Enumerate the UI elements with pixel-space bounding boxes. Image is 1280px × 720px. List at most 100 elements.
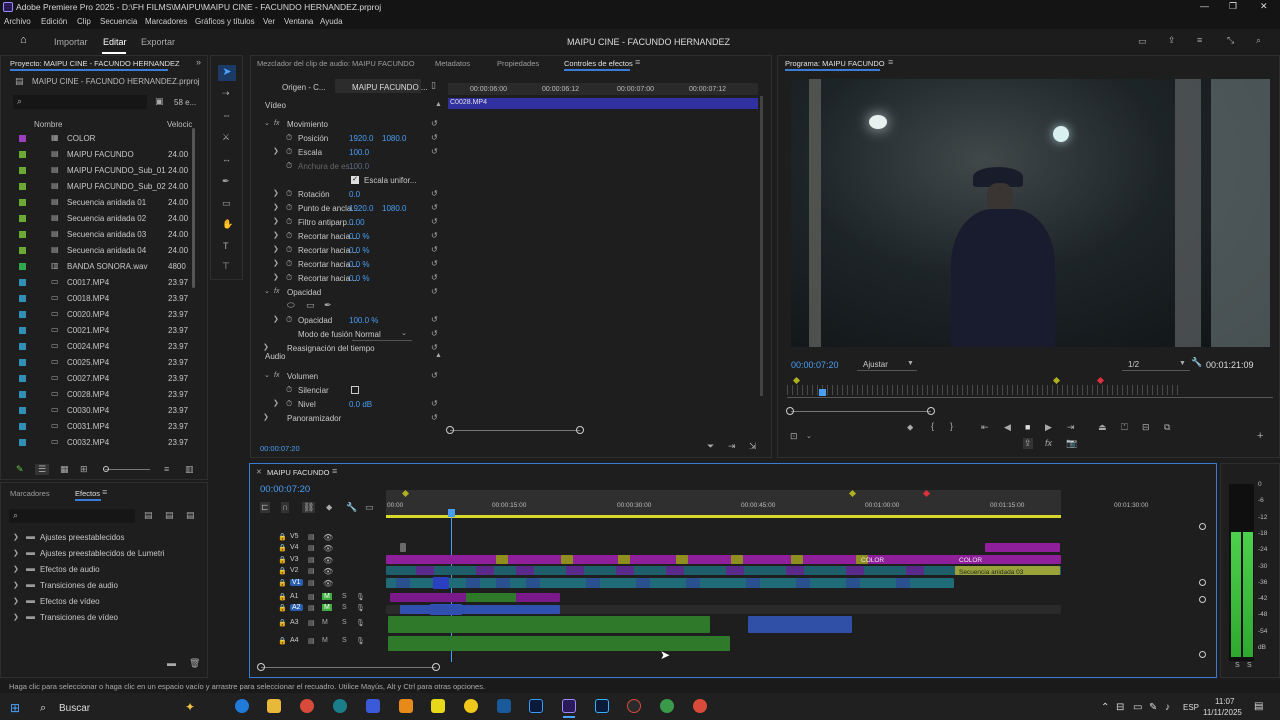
v1-clip-variant[interactable] xyxy=(846,578,860,588)
reset-icon[interactable]: ↺ xyxy=(431,217,438,226)
eye-icon[interactable]: 👁 xyxy=(323,556,333,565)
fx-icon[interactable]: fx xyxy=(274,119,279,128)
v-scroll-bottom[interactable] xyxy=(1199,651,1206,658)
reset-icon[interactable]: ↺ xyxy=(431,203,438,212)
bin-icon[interactable]: ▣ xyxy=(155,97,164,106)
search-icon[interactable]: ⌕ xyxy=(40,702,46,715)
project-list-item[interactable]: ▭ C0028.MP4 23.97 xyxy=(1,388,191,404)
label-color-swatch[interactable] xyxy=(19,247,26,254)
add-marker-icon[interactable]: ⬥ xyxy=(907,423,913,432)
mic-icon[interactable]: 🎙 xyxy=(356,604,365,613)
project-list-item[interactable]: ▤ Secuencia anidada 04 24.00 xyxy=(1,244,191,260)
stopwatch-icon[interactable]: ⏱ xyxy=(286,259,292,268)
mute-button[interactable]: M xyxy=(322,593,332,600)
captions-icon[interactable]: ▭ xyxy=(365,503,374,512)
timeline-timecode[interactable]: 00:00:07:20 xyxy=(260,484,310,495)
project-list-item[interactable]: ▤ Secuencia anidada 01 24.00 xyxy=(1,196,191,212)
reset-icon[interactable]: ↺ xyxy=(431,147,438,156)
tab-effect-controls[interactable]: Controles de efectos xyxy=(564,59,633,68)
track-label[interactable]: V4 xyxy=(290,544,299,551)
menu-ver[interactable]: Ver xyxy=(263,17,275,26)
zoom-slider-thumb[interactable] xyxy=(103,466,109,472)
stopwatch-icon[interactable]: ⏱ xyxy=(286,315,292,324)
effects-folder-item[interactable]: ❯ ▬ Ajustes preestablecidos xyxy=(1,531,201,547)
rectangle-icon[interactable]: ▭ xyxy=(222,199,231,208)
reset-icon[interactable]: ↺ xyxy=(431,231,438,240)
chevron-down-icon[interactable]: ⌄ xyxy=(264,371,270,380)
fx-icon[interactable]: fx xyxy=(274,371,279,380)
stopwatch-icon[interactable]: ⏱ xyxy=(286,189,292,198)
menu-archivo[interactable]: Archivo xyxy=(4,17,31,26)
sync-lock-icon[interactable]: ▤ xyxy=(308,567,315,576)
program-menu-icon[interactable]: ≡ xyxy=(888,58,893,67)
label-color-swatch[interactable] xyxy=(19,343,26,350)
close-icon[interactable]: ✕ xyxy=(1260,2,1268,11)
v2-clip-purple[interactable] xyxy=(616,566,634,575)
stop-icon[interactable]: ■ xyxy=(1025,423,1030,432)
chevron-right-icon[interactable]: ❯ xyxy=(13,549,19,558)
lock-icon[interactable]: 🔒 xyxy=(278,567,287,576)
track-label[interactable]: V1 xyxy=(290,579,303,586)
chrome-profile2-icon[interactable] xyxy=(693,699,707,713)
stopwatch-icon[interactable]: ⏱ xyxy=(286,203,292,212)
export-icon[interactable]: ⇲ xyxy=(749,442,757,451)
sticky-notes-icon[interactable] xyxy=(431,699,445,713)
property-value-1[interactable]: 100.0 xyxy=(349,148,369,157)
chevron-right-icon[interactable]: ❯ xyxy=(273,203,279,212)
add-button-icon[interactable]: + xyxy=(1257,431,1263,442)
snap-icon[interactable]: ∩ xyxy=(281,502,290,513)
solo-left[interactable]: S xyxy=(1235,662,1240,669)
track-select-icon[interactable]: ⇢ xyxy=(222,89,230,98)
mute-button[interactable]: M xyxy=(322,604,332,611)
delete-icon[interactable]: 🗑 xyxy=(189,659,200,668)
lock-icon[interactable]: 🔒 xyxy=(278,544,287,553)
chrome-icon[interactable] xyxy=(300,699,314,713)
ec-zoom-left-handle[interactable] xyxy=(446,426,454,434)
a3-clip[interactable] xyxy=(388,616,710,633)
property-value-1[interactable]: 0.0 xyxy=(349,190,360,199)
ripple-edit-icon[interactable]: ⇔ xyxy=(222,111,231,120)
tray-time[interactable]: 11:07 xyxy=(1215,697,1234,706)
reset-icon[interactable]: ↺ xyxy=(431,273,438,282)
project-list-item[interactable]: ▤ MAIPU FACUNDO_Sub_02 24.00 xyxy=(1,180,191,196)
tray-language[interactable]: ESP xyxy=(1183,703,1199,712)
reset-icon[interactable]: ↺ xyxy=(431,259,438,268)
track-label[interactable]: A1 xyxy=(290,593,299,600)
mic-icon[interactable]: 🎙 xyxy=(356,619,365,628)
audio-track-header[interactable]: 🔒 A3 ▤ M S 🎙 xyxy=(250,619,386,635)
accelerated-effects-icon[interactable]: ▤ xyxy=(144,511,153,520)
sort-icon[interactable]: ≡ xyxy=(164,465,169,474)
property-value-1[interactable]: 100.0 xyxy=(349,162,369,171)
solo-button[interactable]: S xyxy=(342,593,347,600)
copilot-icon[interactable]: ✦ xyxy=(185,700,195,714)
label-color-swatch[interactable] xyxy=(19,423,26,430)
v2-clip-purple[interactable] xyxy=(846,566,864,575)
solo-right[interactable]: S xyxy=(1247,662,1252,669)
chevron-right-icon[interactable]: ❯ xyxy=(273,259,279,268)
project-list-item[interactable]: ▤ Secuencia anidada 03 24.00 xyxy=(1,228,191,244)
v2-clip-purple[interactable] xyxy=(786,566,804,575)
v2-clip-purple[interactable] xyxy=(566,566,584,575)
app-yellow-icon[interactable] xyxy=(464,699,478,713)
property-value-1[interactable]: 100.0 % xyxy=(349,316,378,325)
property-value-1[interactable]: 0.0 % xyxy=(349,260,369,269)
track-label[interactable]: A2 xyxy=(290,604,303,611)
chevron-right-icon[interactable]: ❯ xyxy=(13,613,19,622)
property-value-1[interactable]: 0.0 % xyxy=(349,246,369,255)
effects-folder-item[interactable]: ❯ ▬ Efectos de audio xyxy=(1,563,201,579)
audio-collapse-icon[interactable]: ▲ xyxy=(435,351,442,360)
timeline-menu-icon[interactable]: ≡ xyxy=(332,467,337,476)
app-blue-icon[interactable] xyxy=(497,699,511,713)
expand-panels-icon[interactable]: » xyxy=(196,58,201,67)
stopwatch-icon[interactable]: ⏱ xyxy=(286,399,292,408)
track-label[interactable]: A4 xyxy=(290,637,299,644)
program-zoom-left-handle[interactable] xyxy=(786,407,794,415)
reset-icon[interactable]: ↺ xyxy=(431,399,438,408)
track-label[interactable]: V2 xyxy=(290,567,299,574)
chevron-right-icon[interactable]: ❯ xyxy=(263,343,269,352)
v2-clip-purple[interactable] xyxy=(516,566,534,575)
project-list-item[interactable]: ▤ MAIPU FACUNDO 24.00 xyxy=(1,148,191,164)
menu-marcadores[interactable]: Marcadores xyxy=(145,17,187,26)
tab-marcadores[interactable]: Marcadores xyxy=(10,489,50,498)
project-list-item[interactable]: ▭ C0027.MP4 23.97 xyxy=(1,372,191,388)
